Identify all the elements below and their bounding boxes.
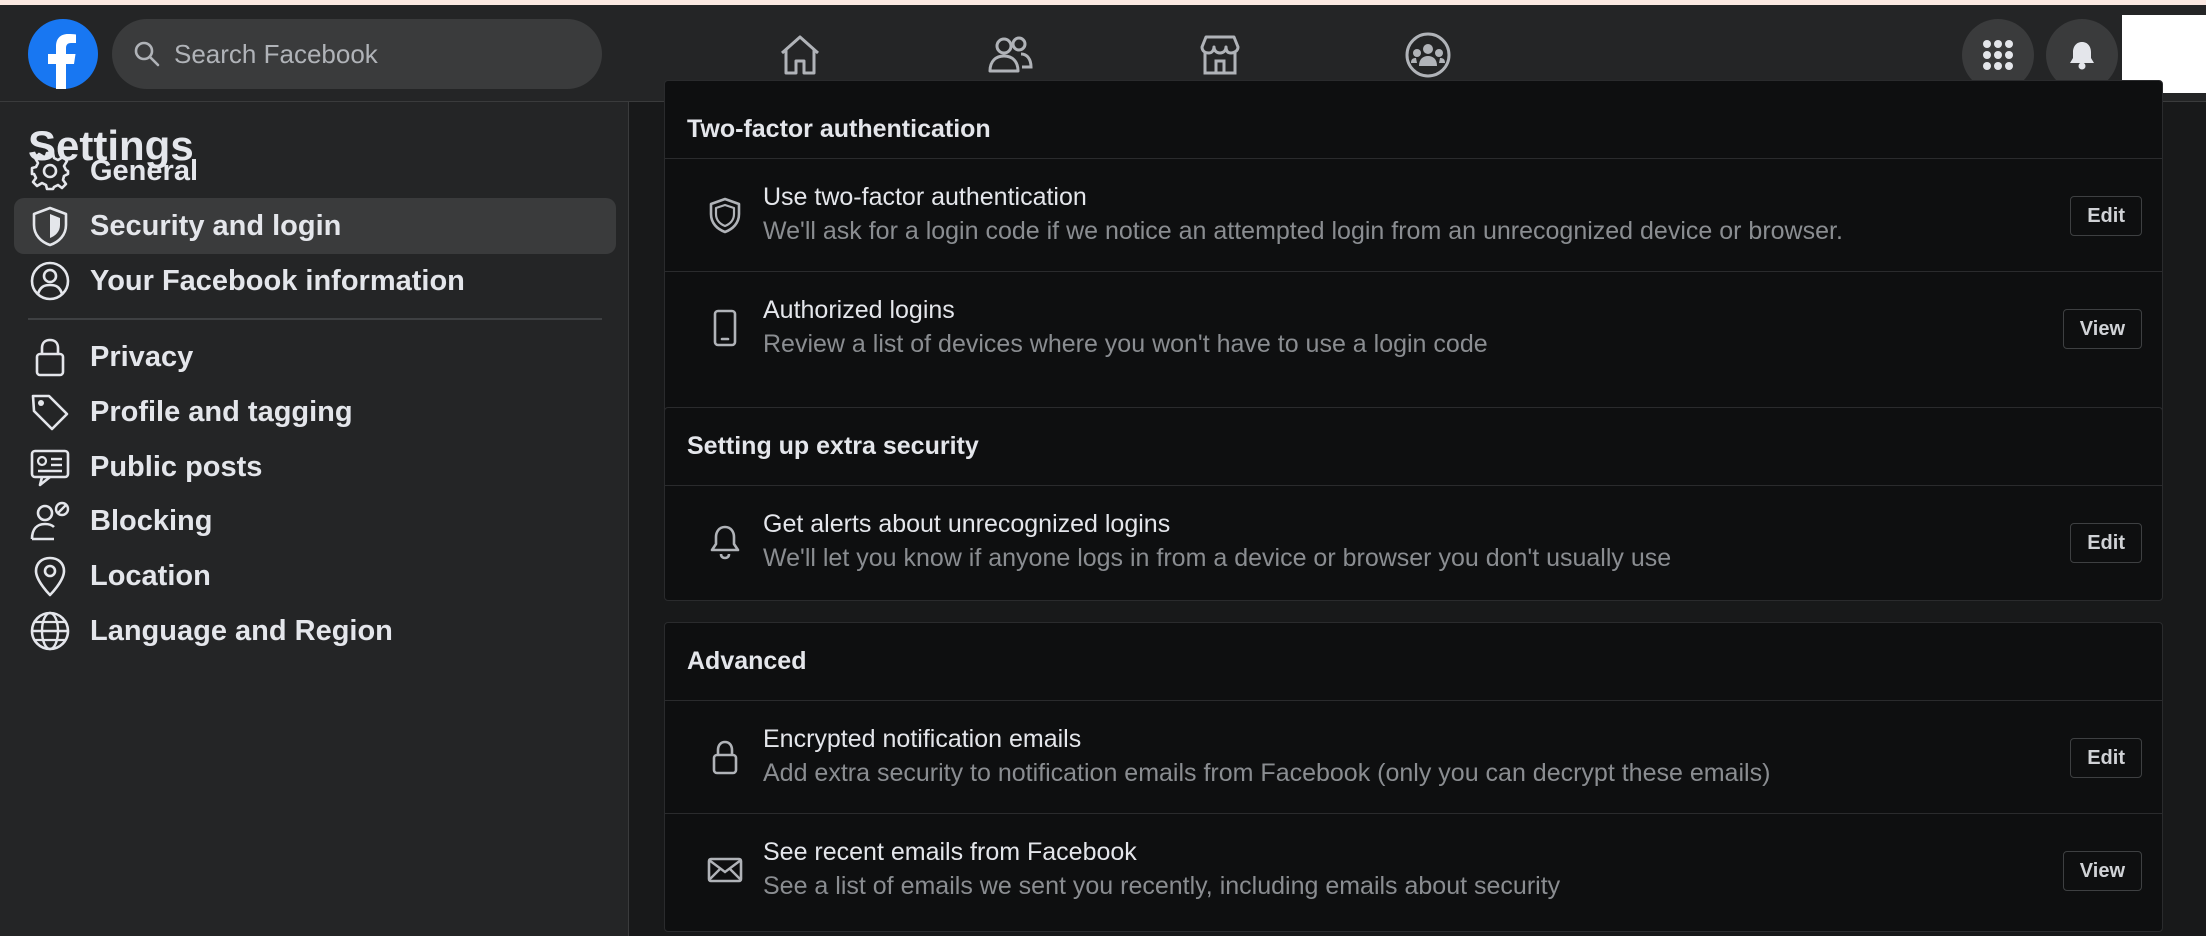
sidebar-item-privacy[interactable]: Privacy xyxy=(14,329,616,385)
sidebar-item-label: Blocking xyxy=(90,504,213,537)
edit-button[interactable]: Edit xyxy=(2070,523,2142,563)
search-icon xyxy=(134,41,160,67)
settings-row-login-alerts[interactable]: Get alerts about unrecognized logins We'… xyxy=(665,486,2162,599)
sidebar-item-label: Profile and tagging xyxy=(90,395,353,428)
search-box[interactable] xyxy=(112,19,602,89)
sidebar-item-label: Location xyxy=(90,559,211,592)
sidebar-item-label: Public posts xyxy=(90,450,263,483)
edit-button[interactable]: Edit xyxy=(2070,738,2142,778)
sidebar-item-public-posts[interactable]: Public posts xyxy=(14,439,616,495)
sidebar-item-language-and-region[interactable]: Language and Region xyxy=(14,603,616,659)
sidebar-item-label: Your Facebook information xyxy=(90,264,465,297)
location-pin-icon xyxy=(28,554,72,598)
tag-icon xyxy=(28,390,72,434)
section-heading: Advanced xyxy=(687,647,807,675)
marketplace-icon[interactable] xyxy=(1196,31,1244,79)
sidebar-item-general[interactable]: General xyxy=(14,143,616,199)
envelope-icon xyxy=(705,850,745,890)
settings-sidebar: Settings General Security and login Your … xyxy=(0,102,629,936)
shield-icon xyxy=(705,195,745,235)
facebook-logo-icon[interactable] xyxy=(28,19,98,89)
row-title: Encrypted notification emails xyxy=(763,725,1082,753)
section-header: Advanced xyxy=(665,623,2162,701)
row-description: Review a list of devices where you won't… xyxy=(763,330,1488,358)
edit-button[interactable]: Edit xyxy=(2070,196,2142,236)
bell-icon xyxy=(705,522,745,562)
view-button[interactable]: View xyxy=(2062,851,2142,891)
settings-row-recent-emails[interactable]: See recent emails from Facebook See a li… xyxy=(665,814,2162,927)
settings-row-encrypted-emails[interactable]: Encrypted notification emails Add extra … xyxy=(665,701,2162,814)
section-header: Two-factor authentication xyxy=(665,81,2162,159)
row-description: We'll ask for a login code if we notice … xyxy=(763,217,1843,245)
home-icon[interactable] xyxy=(776,31,824,79)
sidebar-item-label: Privacy xyxy=(90,340,194,373)
blocking-icon xyxy=(28,499,72,543)
settings-row-authorized-logins[interactable]: Authorized logins Review a list of devic… xyxy=(665,272,2162,385)
row-description: We'll let you know if anyone logs in fro… xyxy=(763,544,1672,572)
sidebar-item-blocking[interactable]: Blocking xyxy=(14,493,616,549)
lock-icon xyxy=(28,335,72,379)
row-title: Authorized logins xyxy=(763,296,955,324)
groups-icon[interactable] xyxy=(1404,31,1452,79)
row-title: See recent emails from Facebook xyxy=(763,838,1137,866)
sidebar-item-location[interactable]: Location xyxy=(14,548,616,604)
sidebar-item-label: General xyxy=(90,154,198,187)
row-title: Use two-factor authentication xyxy=(763,183,1087,211)
sidebar-item-your-facebook-information[interactable]: Your Facebook information xyxy=(14,253,616,309)
user-circle-icon xyxy=(28,259,72,303)
section-advanced: Advanced Encrypted notification emails A… xyxy=(664,622,2163,932)
view-button[interactable]: View xyxy=(2062,309,2142,349)
phone-icon xyxy=(705,308,745,348)
sidebar-divider xyxy=(28,318,602,320)
public-posts-icon xyxy=(28,445,72,489)
sidebar-item-security-and-login[interactable]: Security and login xyxy=(14,198,616,254)
sidebar-item-profile-and-tagging[interactable]: Profile and tagging xyxy=(14,384,616,440)
section-header: Setting up extra security xyxy=(665,408,2162,486)
friends-icon[interactable] xyxy=(986,31,1034,79)
settings-main-panel: Two-factor authentication Use two-factor… xyxy=(630,80,2206,936)
settings-row-two-factor[interactable]: Use two-factor authentication We'll ask … xyxy=(665,159,2162,272)
section-extra-security: Setting up extra security Get alerts abo… xyxy=(664,407,2163,601)
globe-icon xyxy=(28,609,72,653)
row-title: Get alerts about unrecognized logins xyxy=(763,510,1171,538)
sidebar-item-label: Language and Region xyxy=(90,614,393,647)
lock-icon xyxy=(705,737,745,777)
section-heading: Setting up extra security xyxy=(687,432,979,460)
row-description: See a list of emails we sent you recentl… xyxy=(763,872,1561,900)
gear-icon xyxy=(28,149,72,193)
sidebar-item-label: Security and login xyxy=(90,209,342,242)
row-description: Add extra security to notification email… xyxy=(763,759,1771,787)
search-input[interactable] xyxy=(174,38,574,70)
section-heading: Two-factor authentication xyxy=(687,115,991,143)
shield-icon xyxy=(28,204,72,248)
